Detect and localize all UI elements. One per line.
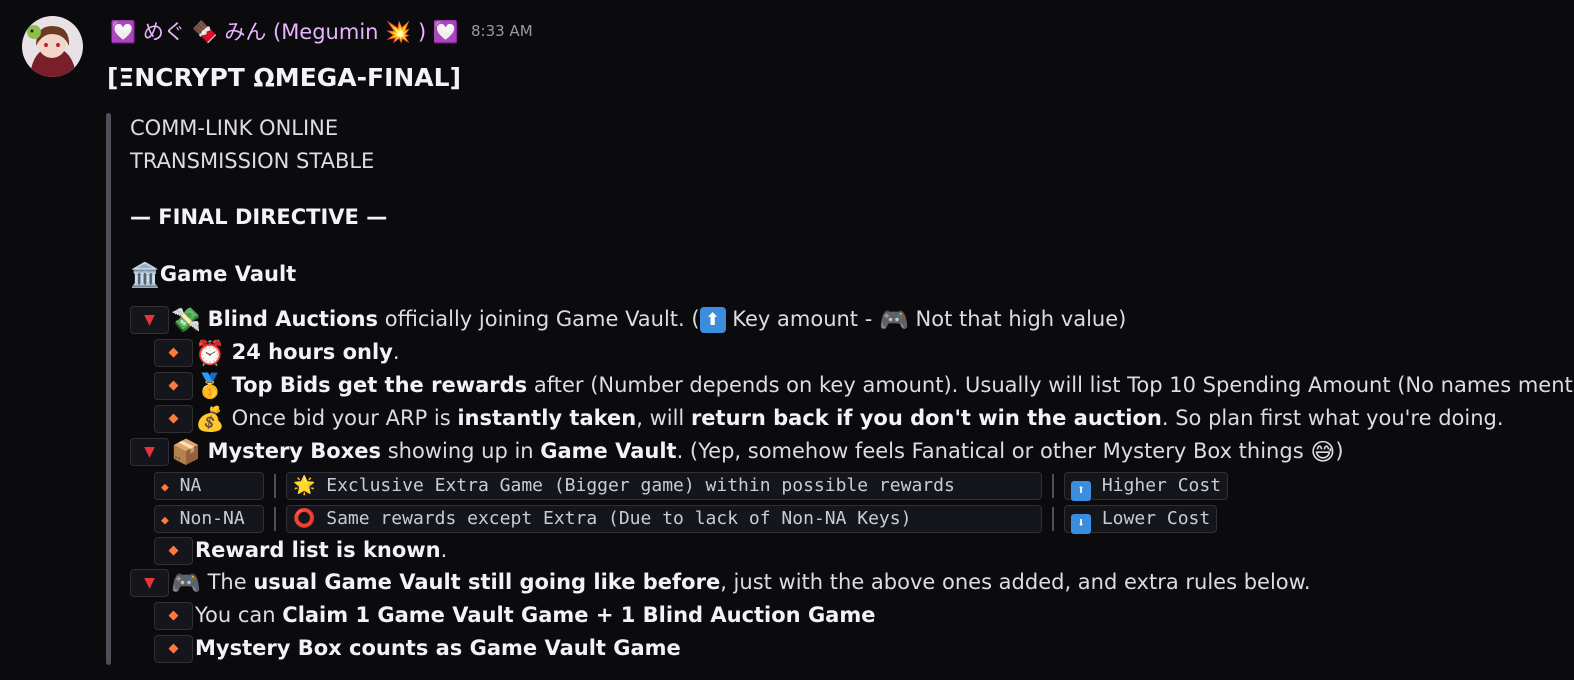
diamond-icon: ◆ [154, 372, 193, 400]
vault-heading: 🏛️Game Vault [130, 261, 297, 289]
diamond-icon: ◆ [154, 635, 193, 663]
triangle-down-icon: ▼ [130, 306, 169, 334]
table-row: ◆ Non-NA ⭕ Same rewards except Extra (Due… [154, 503, 1218, 534]
region-pill: ◆ NA [154, 472, 264, 500]
directive-heading: — FINAL DIRECTIVE — [130, 205, 388, 229]
diamond-icon: ◆ [154, 537, 193, 565]
gamepad-icon: 🎮 [878, 306, 909, 334]
region-pill: ◆ Non-NA [154, 505, 264, 533]
cost-pill: ⬆ Higher Cost [1064, 472, 1229, 501]
down-arrow-icon: ⬇ [1071, 514, 1091, 534]
triangle-down-icon: ▼ [130, 438, 169, 466]
cost-pill: ⬇ Lower Cost [1064, 505, 1218, 534]
transmission-line: TRANSMISSION STABLE [130, 149, 375, 173]
blockquote-bar [106, 113, 111, 665]
alarm-clock-icon: ⏰ [195, 339, 225, 367]
list-item: ◆ 🥇 Top Bids get the rewards after (Numbe… [154, 370, 1574, 400]
comm-link-line: COMM-LINK ONLINE [130, 116, 339, 140]
author-name[interactable]: 💟 めぐ 🍫 みん (Megumin 💥 ) 💟 [110, 16, 459, 46]
list-item: ◆ Mystery Box counts as Game Vault Game [154, 633, 681, 663]
message-title: [ΞNCRYPT ΩMEGA-FINAL] [107, 63, 462, 92]
list-item: ▼ 💸 Blind Auctions officially joining Gam… [130, 304, 1126, 334]
description-pill: ⭕ Same rewards except Extra (Due to lack… [286, 505, 1042, 533]
up-arrow-icon: ⬆ [1071, 481, 1091, 501]
list-item: ◆ Reward list is known. [154, 535, 447, 565]
message-header: 💟 めぐ 🍫 みん (Megumin 💥 ) 💟 8:33 AM [110, 14, 533, 48]
list-item: ◆ 💰 Once bid your ARP is instantly taken,… [154, 403, 1504, 433]
diamond-icon: ◆ [161, 513, 169, 528]
list-item: ▼ 🎮 The usual Game Vault still going like… [130, 567, 1311, 597]
diamond-icon: ◆ [161, 480, 169, 495]
diamond-icon: ◆ [154, 602, 193, 630]
sweat-smile-icon: 😅 [1310, 438, 1336, 466]
diamond-icon: ◆ [154, 405, 193, 433]
triangle-down-icon: ▼ [130, 569, 169, 597]
description-pill: 🌟 Exclusive Extra Game (Bigger game) wit… [286, 472, 1042, 500]
money-bag-icon: 💰 [195, 405, 225, 433]
up-arrow-icon: ⬆ [699, 307, 726, 333]
table-row: ◆ NA 🌟 Exclusive Extra Game (Bigger game)… [154, 470, 1229, 501]
user-avatar[interactable] [22, 16, 83, 77]
list-item: ◆ You can Claim 1 Game Vault Game + 1 Bli… [154, 600, 875, 630]
list-item: ◆ ⏰ 24 hours only. [154, 337, 400, 367]
message-timestamp[interactable]: 8:33 AM [471, 22, 533, 40]
money-with-wings-icon: 💸 [171, 306, 201, 334]
medal-icon: 🥇 [195, 372, 225, 400]
bank-icon: 🏛️ [130, 261, 160, 289]
diamond-icon: ◆ [154, 339, 193, 367]
list-item: ▼ 📦 Mystery Boxes showing up in Game Vaul… [130, 436, 1344, 466]
gamepad-icon: 🎮 [171, 569, 201, 597]
package-icon: 📦 [171, 438, 201, 466]
